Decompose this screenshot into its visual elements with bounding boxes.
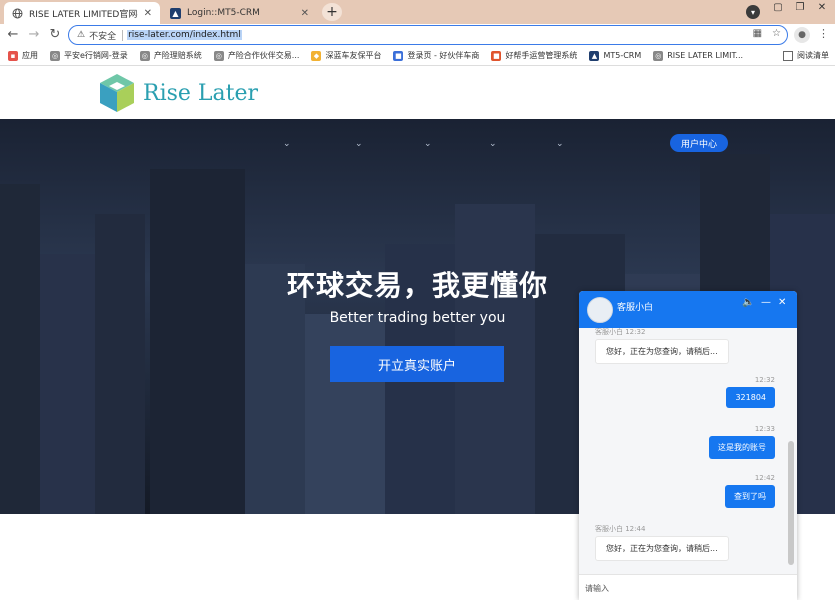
car-dealer-icon: ■: [393, 50, 404, 61]
globe-icon: ◎: [139, 50, 150, 61]
browser-toolbar: ← → ↻ ⚠ 不安全 rise-later.com/index.html ▦ …: [0, 24, 835, 46]
chrome-menu-dot-icon[interactable]: ▾: [746, 5, 760, 19]
skyline-building: [150, 169, 245, 514]
reload-icon[interactable]: ↻: [46, 26, 64, 44]
mt5-icon: ▲: [589, 50, 600, 61]
close-window-icon[interactable]: ✕: [812, 2, 832, 13]
forward-icon[interactable]: →: [25, 26, 43, 44]
bookmark-label: MT5-CRM: [603, 51, 642, 60]
chat-input-field[interactable]: 请输入: [579, 574, 797, 600]
user-center-button[interactable]: 用户中心: [670, 134, 728, 152]
cube-logo-icon: [100, 74, 134, 112]
agent-message: 您好，正在为您查询，请稍后...: [595, 536, 729, 561]
new-tab-button[interactable]: +: [322, 3, 342, 21]
bookmark-item[interactable]: ■ 好帮手运营管理系统: [491, 50, 577, 61]
bookmark-item[interactable]: ■ 登录页 - 好伙伴车商: [393, 50, 479, 61]
site-logo[interactable]: Rise Later: [97, 72, 258, 114]
tab-title: Login::MT5-CRM: [187, 8, 260, 18]
chevron-down-icon[interactable]: ⌄: [283, 139, 291, 149]
chat-header: 客服小白 🔈 — ✕: [579, 291, 797, 328]
globe-icon: ◎: [213, 50, 224, 61]
message-meta: 12:33: [754, 425, 775, 433]
browser-tab-bar: RISE LATER LIMITED官网-网上 ✕ ▲ Login::MT5-C…: [0, 0, 835, 24]
skyline-building: [95, 214, 145, 514]
bookmark-label: RISE LATER LIMIT...: [667, 51, 744, 60]
agent-avatar: [587, 297, 613, 323]
bookmark-item[interactable]: ◆ 深蓝车友保平台: [311, 50, 381, 61]
bookmark-label: 深蓝车友保平台: [325, 51, 382, 60]
minimize-icon[interactable]: —: [761, 297, 771, 308]
user-message: 查到了吗: [725, 485, 775, 508]
divider: [122, 29, 124, 41]
shield-icon: ◆: [311, 50, 322, 61]
reading-list-icon: [783, 50, 793, 61]
tab-mt5-crm[interactable]: ▲ Login::MT5-CRM ✕: [162, 2, 317, 24]
logo-text: Rise Later: [143, 80, 259, 106]
chevron-down-icon[interactable]: ⌄: [556, 139, 564, 149]
profile-icon[interactable]: ●: [794, 27, 810, 43]
customer-service-chat: 客服小白 🔈 — ✕ 客服小白 12:32 您好，正在为您查询，请稍后... 1…: [579, 291, 797, 600]
more-menu-icon[interactable]: ⋮: [818, 27, 829, 40]
globe-icon: ◎: [653, 50, 664, 61]
bookmarks-bar: ▪ 应用 ◎ 平安e行销网-登录 ◎ 产险理赔系统 ◎ 产险合作伙伴交易... …: [0, 46, 835, 66]
message-meta: 12:42: [754, 474, 775, 482]
chevron-down-icon[interactable]: ⌄: [355, 139, 363, 149]
bookmark-label: 登录页 - 好伙伴车商: [407, 51, 480, 60]
bookmark-item[interactable]: ▲ MT5-CRM: [589, 50, 642, 61]
bookmark-item[interactable]: ◎ 产险理赔系统: [139, 50, 202, 61]
chevron-down-icon[interactable]: ⌄: [489, 139, 497, 149]
security-label[interactable]: 不安全: [89, 29, 116, 42]
chevron-down-icon[interactable]: ⌄: [424, 139, 432, 149]
open-real-account-button[interactable]: 开立真实账户: [330, 346, 504, 382]
tab-rise-later[interactable]: RISE LATER LIMITED官网-网上 ✕: [4, 2, 160, 24]
chat-scrollbar[interactable]: [788, 441, 794, 565]
close-tab-icon[interactable]: ✕: [144, 8, 152, 19]
bookmark-item[interactable]: ◎ 平安e行销网-登录: [50, 50, 128, 61]
message-meta: 12:32: [754, 376, 775, 384]
skyline-building: [305, 314, 385, 514]
bookmark-label: 好帮手运营管理系统: [505, 51, 578, 60]
globe-icon: ◎: [50, 50, 60, 61]
restore-window-icon[interactable]: ❐: [790, 2, 810, 13]
globe-icon: [12, 8, 23, 19]
mt5-icon: ▲: [170, 7, 181, 19]
bookmark-label: 产险理赔系统: [153, 51, 202, 60]
bookmark-apps[interactable]: ▪ 应用: [8, 50, 38, 61]
bookmark-item[interactable]: ◎ 产险合作伙伴交易...: [213, 50, 300, 61]
agent-name: 客服小白: [617, 303, 654, 313]
bookmark-label: 平安e行销网-登录: [64, 51, 128, 60]
back-icon[interactable]: ←: [4, 26, 22, 44]
bookmark-item[interactable]: ◎ RISE LATER LIMIT...: [653, 50, 744, 61]
apps-grid-icon: ▪: [8, 50, 18, 61]
skyline-building: [0, 184, 40, 514]
helper-icon: ■: [491, 50, 502, 61]
bookmark-label: 产险合作伙伴交易...: [227, 51, 300, 60]
minimize-window-icon[interactable]: ▢: [768, 2, 788, 13]
close-tab-icon[interactable]: ✕: [301, 8, 309, 19]
bookmark-star-icon[interactable]: ☆: [772, 28, 781, 39]
user-message: 321804: [726, 387, 775, 408]
user-message: 这是我的账号: [709, 436, 775, 459]
close-icon[interactable]: ✕: [778, 297, 786, 308]
message-meta: 客服小白 12:44: [595, 525, 646, 533]
chat-messages: 客服小白 12:32 您好，正在为您查询，请稍后... 12:32 321804…: [579, 328, 797, 574]
agent-message: 您好，正在为您查询，请稍后...: [595, 339, 729, 364]
message-meta: 客服小白 12:32: [595, 328, 646, 336]
warning-icon[interactable]: ⚠: [77, 30, 85, 40]
url-text[interactable]: rise-later.com/index.html: [127, 30, 242, 40]
tab-title: RISE LATER LIMITED官网-网上: [29, 9, 138, 20]
site-header: Rise Later: [0, 66, 835, 119]
bookmark-label: 应用: [22, 51, 38, 60]
address-bar[interactable]: ⚠ 不安全 rise-later.com/index.html ▦ ☆: [68, 25, 788, 45]
reading-list-button[interactable]: 阅读清单: [783, 50, 829, 61]
speaker-icon[interactable]: 🔈: [742, 297, 754, 308]
reading-list-label: 阅读清单: [797, 51, 829, 60]
qr-code-icon[interactable]: ▦: [753, 28, 762, 39]
